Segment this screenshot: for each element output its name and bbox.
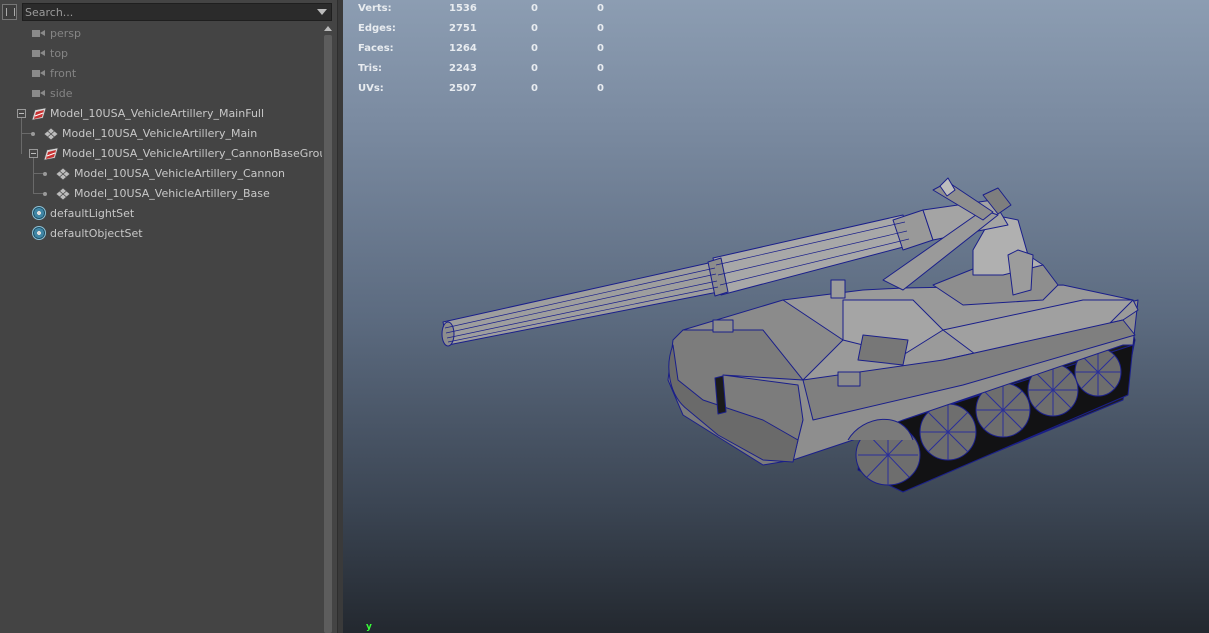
outliner-item-label: Model_10USA_VehicleArtillery_MainFull <box>50 107 265 120</box>
outliner-item-label: defaultObjectSet <box>50 227 143 240</box>
search-input[interactable] <box>25 5 310 19</box>
camera-icon <box>32 69 46 79</box>
list-item[interactable]: Model_10USA_VehicleArtillery_Base <box>0 184 322 204</box>
list-item[interactable]: defaultLightSet <box>0 204 322 224</box>
set-icon <box>32 226 46 240</box>
outliner-item-label: Model_10USA_VehicleArtillery_Base <box>74 187 270 200</box>
scrollbar[interactable] <box>322 24 334 633</box>
mesh-icon <box>55 187 71 201</box>
filter-icon[interactable] <box>2 4 17 20</box>
search-box[interactable] <box>22 3 332 21</box>
scroll-up-icon[interactable] <box>324 26 332 31</box>
mesh-icon <box>43 127 59 141</box>
viewport-3d[interactable]: Verts: 1536 0 0 Edges: 2751 0 0 Faces: 1… <box>343 0 1209 633</box>
list-item[interactable]: Model_10USA_VehicleArtillery_Cannon <box>0 164 322 184</box>
outliner-tree: persp top front side Model_10USA_Vehicle… <box>0 24 333 633</box>
tree-dot-icon <box>43 192 47 196</box>
scrollbar-thumb[interactable] <box>324 35 332 633</box>
camera-icon <box>32 29 46 39</box>
tree-dot-icon <box>43 172 47 176</box>
outliner-panel: persp top front side Model_10USA_Vehicle… <box>0 0 337 633</box>
group-icon <box>31 107 47 121</box>
list-item[interactable]: side <box>0 84 322 104</box>
group-icon <box>43 147 59 161</box>
list-item[interactable]: front <box>0 64 322 84</box>
outliner-item-label: top <box>50 47 69 60</box>
list-item[interactable]: top <box>0 44 322 64</box>
outliner-item-label: Model_10USA_VehicleArtillery_Main <box>62 127 258 140</box>
outliner-item-label: Model_10USA_VehicleArtillery_CannonBaseG… <box>62 147 334 160</box>
list-item[interactable]: Model_10USA_VehicleArtillery_MainFull <box>0 104 322 124</box>
chevron-down-icon[interactable] <box>317 9 327 15</box>
outliner-item-label: defaultLightSet <box>50 207 135 220</box>
list-item[interactable]: defaultObjectSet <box>0 224 322 244</box>
axis-indicator: y <box>366 622 372 632</box>
tree-dot-icon <box>31 132 35 136</box>
outliner-item-label: front <box>50 67 77 80</box>
outliner-item-label: Model_10USA_VehicleArtillery_Cannon <box>74 167 286 180</box>
list-item[interactable]: Model_10USA_VehicleArtillery_CannonBaseG… <box>0 144 333 164</box>
collapse-icon[interactable] <box>17 109 26 118</box>
mesh-icon <box>55 167 71 181</box>
outliner-item-label: side <box>50 87 73 100</box>
outliner-item-label: persp <box>50 27 81 40</box>
collapse-icon[interactable] <box>29 149 38 158</box>
camera-icon <box>32 49 46 59</box>
camera-icon <box>32 89 46 99</box>
artillery-model[interactable] <box>343 0 1209 633</box>
set-icon <box>32 206 46 220</box>
list-item[interactable]: persp <box>0 24 322 44</box>
list-item[interactable]: Model_10USA_VehicleArtillery_Main <box>0 124 322 144</box>
outliner-toolbar <box>0 0 337 24</box>
